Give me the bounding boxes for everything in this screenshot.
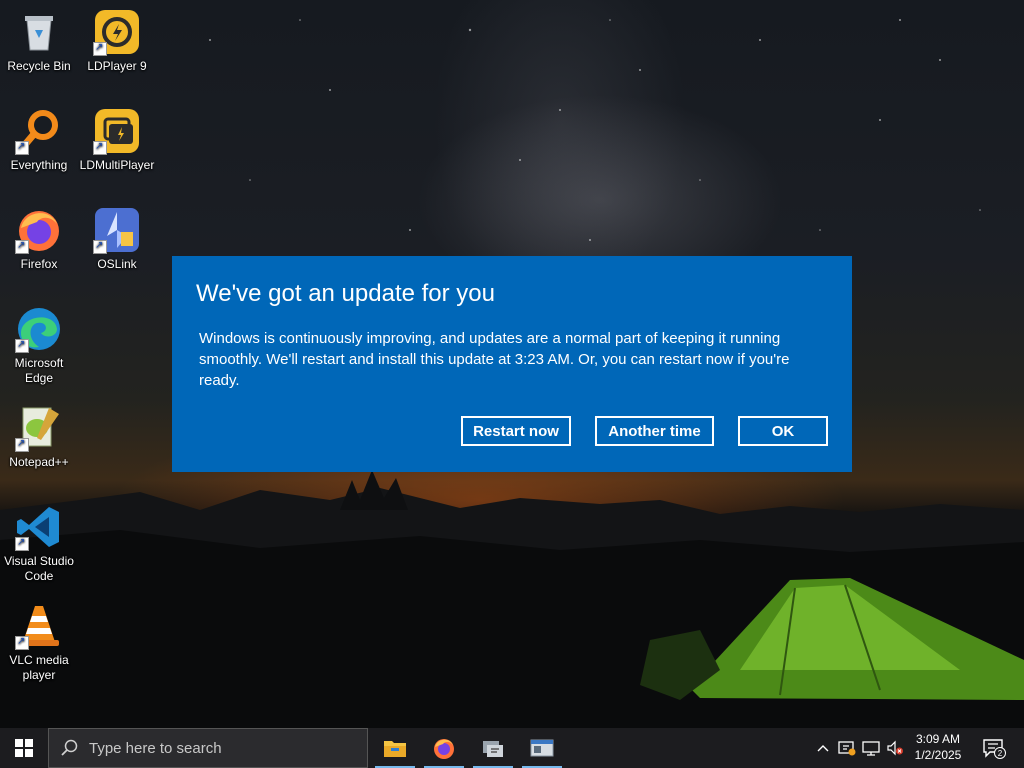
dialog-title: We've got an update for you <box>196 280 496 307</box>
desktop-icon-label: Notepad++ <box>9 455 69 469</box>
ldplayer-icon <box>93 8 141 56</box>
desktop-icon-label: Recycle Bin <box>7 59 71 73</box>
security-icon <box>838 741 856 756</box>
network-tray-button[interactable] <box>860 728 882 768</box>
taskbar-window-app[interactable] <box>518 728 566 768</box>
shortcut-arrow-icon <box>15 139 29 155</box>
desktop-icon-label: OSLink <box>97 257 137 271</box>
desktop-icon-recycle-bin[interactable]: Recycle Bin <box>1 8 77 74</box>
everything-icon <box>15 107 63 155</box>
notification-center-button[interactable]: 2 <box>978 728 1010 768</box>
network-icon <box>862 741 880 756</box>
shortcut-arrow-icon <box>15 238 29 254</box>
recycle-bin-icon <box>15 8 63 56</box>
notepadpp-icon <box>15 404 63 452</box>
desktop-icon-label: Everything <box>10 158 68 172</box>
desktop-icon-label: Firefox <box>20 257 58 271</box>
clock-time: 3:09 AM <box>915 732 961 746</box>
search-placeholder: Type here to search <box>89 739 222 757</box>
oslink-icon <box>93 206 141 254</box>
desktop-icon-oslink[interactable]: OSLink <box>79 206 155 272</box>
vscode-icon <box>15 503 63 551</box>
file-explorer-icon <box>384 741 406 757</box>
clock-date: 1/2/2025 <box>914 748 962 762</box>
shortcut-arrow-icon <box>15 535 29 551</box>
desktop-icon-ldmultiplayer[interactable]: LDMultiPlayer <box>79 107 155 173</box>
app-icon <box>483 741 503 757</box>
vlc-icon <box>15 602 63 650</box>
taskbar-file-explorer[interactable] <box>371 728 419 768</box>
firefox-icon <box>434 739 454 759</box>
shortcut-arrow-icon <box>15 436 29 452</box>
ok-button[interactable]: OK <box>738 416 828 446</box>
desktop-icon-label: LDMultiPlayer <box>79 158 155 172</box>
update-dialog: We've got an update for you Windows is c… <box>172 256 852 472</box>
desktop-icon-vscode[interactable]: Visual Studio Code <box>1 503 77 584</box>
window-app-icon <box>530 739 554 757</box>
taskbar-firefox[interactable] <box>420 728 468 768</box>
shortcut-arrow-icon <box>93 139 107 155</box>
desktop-icon-ldplayer[interactable]: LDPlayer 9 <box>79 8 155 74</box>
shortcut-arrow-icon <box>15 337 29 353</box>
taskbar-search-box[interactable]: Type here to search <box>48 728 368 768</box>
desktop-icon-vlc[interactable]: VLC media player <box>1 602 77 683</box>
dialog-message: Windows is continuously improving, and u… <box>199 330 790 389</box>
restart-now-button[interactable]: Restart now <box>461 416 571 446</box>
edge-icon <box>15 305 63 353</box>
shortcut-arrow-icon <box>93 40 107 56</box>
desktop-icon-label: Visual Studio Code <box>4 554 74 583</box>
chevron-up-icon <box>817 745 829 752</box>
start-button[interactable] <box>0 728 48 768</box>
desktop-icon-label: Microsoft Edge <box>14 356 64 385</box>
security-tray-button[interactable] <box>836 728 858 768</box>
desktop-icon-firefox[interactable]: Firefox <box>1 206 77 272</box>
landscape-silhouette <box>0 470 1024 728</box>
taskbar-clock[interactable]: 3:09 AM 1/2/2025 <box>900 731 976 763</box>
ldmultiplayer-icon <box>93 107 141 155</box>
another-time-button[interactable]: Another time <box>595 416 714 446</box>
desktop-icon-everything[interactable]: Everything <box>1 107 77 173</box>
notification-icon: 2 <box>983 739 1006 759</box>
desktop-icon-notepadpp[interactable]: Notepad++ <box>1 404 77 470</box>
notification-count: 2 <box>998 749 1003 758</box>
search-icon <box>61 739 78 756</box>
desktop-icon-edge[interactable]: Microsoft Edge <box>1 305 77 386</box>
shortcut-arrow-icon <box>15 634 29 650</box>
windows-logo-icon <box>15 739 33 757</box>
taskbar-app[interactable] <box>469 728 517 768</box>
firefox-icon <box>15 206 63 254</box>
shortcut-arrow-icon <box>93 238 107 254</box>
show-hidden-icons-button[interactable] <box>812 728 834 768</box>
desktop-icon-label: VLC media player <box>9 653 69 682</box>
desktop-icon-label: LDPlayer 9 <box>87 59 147 73</box>
taskbar: Type here to search 3:09 AM 1/2/2025 2 <box>0 728 1024 768</box>
